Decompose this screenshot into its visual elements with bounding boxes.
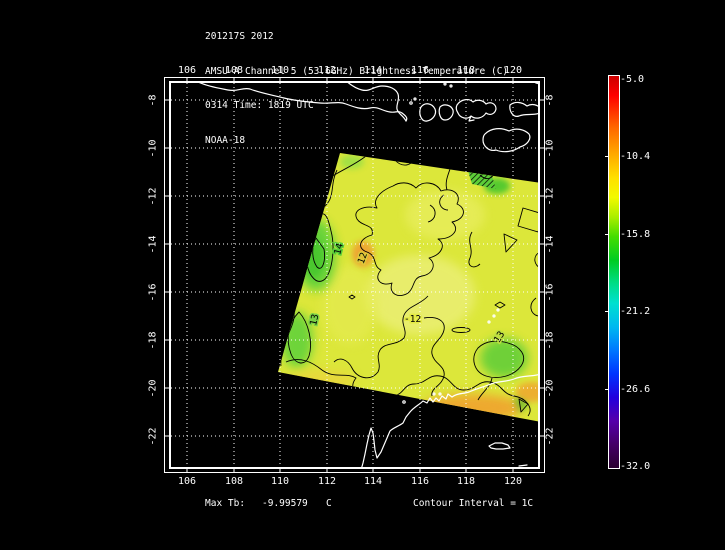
coast-sumbawa bbox=[456, 100, 496, 121]
lat-tick-left--18: -18 bbox=[148, 326, 159, 356]
coast-bali bbox=[420, 104, 436, 121]
lon-tick-top-118: 118 bbox=[451, 65, 481, 76]
coast-java-northeast bbox=[343, 78, 406, 121]
lat-tick-right--10: -10 bbox=[545, 134, 556, 164]
colorbar-tick bbox=[605, 389, 608, 390]
contour-interval-label: Contour Interval = 1C bbox=[413, 498, 533, 510]
coast-sumba bbox=[483, 129, 530, 152]
max-tb-unit: C bbox=[326, 498, 332, 510]
plot-canvas: 201217S 2012 AMSU-A Channel 5 (53.6GHz) … bbox=[0, 0, 725, 550]
lon-tick-top-110: 110 bbox=[265, 65, 295, 76]
lat-tick-left--10: -10 bbox=[148, 134, 159, 164]
lon-tick-bottom-118: 118 bbox=[451, 476, 481, 487]
lat-tick-left--16: -16 bbox=[148, 278, 159, 308]
lat-tick-left--20: -20 bbox=[148, 374, 159, 404]
lon-tick-bottom-120: 120 bbox=[498, 476, 528, 487]
colorbar-label--10.4: -10.4 bbox=[620, 151, 660, 162]
contour-label-center: -12 bbox=[404, 314, 421, 325]
lat-tick-left--12: -12 bbox=[148, 182, 159, 212]
lon-tick-bottom-116: 116 bbox=[405, 476, 435, 487]
lon-tick-top-116: 116 bbox=[405, 65, 435, 76]
coast-flores bbox=[510, 102, 540, 116]
lat-tick-right--8: -8 bbox=[545, 86, 556, 116]
lon-tick-bottom-106: 106 bbox=[172, 476, 202, 487]
lon-tick-bottom-110: 110 bbox=[265, 476, 295, 487]
max-tb-value: -9.99579 bbox=[262, 498, 308, 510]
max-tb-label: Max Tb: bbox=[205, 498, 245, 510]
colorbar-label--32.0: -32.0 bbox=[620, 461, 660, 472]
swath-field bbox=[260, 140, 555, 435]
lat-tick-right--22: -22 bbox=[545, 422, 556, 452]
lon-tick-top-114: 114 bbox=[358, 65, 388, 76]
lat-tick-left--8: -8 bbox=[148, 86, 159, 116]
lon-tick-top-120: 120 bbox=[498, 65, 528, 76]
lat-tick-right--16: -16 bbox=[545, 278, 556, 308]
lon-tick-top-112: 112 bbox=[312, 65, 342, 76]
colorbar-tick bbox=[605, 156, 608, 157]
lat-tick-right--20: -20 bbox=[545, 374, 556, 404]
contour-label-left-lower: 13 bbox=[308, 313, 321, 326]
lat-tick-right--12: -12 bbox=[545, 182, 556, 212]
lon-tick-bottom-112: 112 bbox=[312, 476, 342, 487]
colorbar-label--15.8: -15.8 bbox=[620, 229, 660, 240]
lat-tick-right--14: -14 bbox=[545, 230, 556, 260]
lon-tick-bottom-114: 114 bbox=[358, 476, 388, 487]
colorbar-tick bbox=[605, 234, 608, 235]
lat-tick-right--18: -18 bbox=[545, 326, 556, 356]
lon-tick-bottom-108: 108 bbox=[219, 476, 249, 487]
lon-tick-top-108: 108 bbox=[219, 65, 249, 76]
colorbar-tick bbox=[605, 311, 608, 312]
colorbar-label--26.6: -26.6 bbox=[620, 384, 660, 395]
coast-island-offshore bbox=[489, 443, 510, 449]
lat-tick-left--22: -22 bbox=[148, 422, 159, 452]
colorbar-label--5.0: -5.0 bbox=[620, 74, 660, 85]
colorbar bbox=[608, 75, 620, 469]
lon-tick-top-106: 106 bbox=[172, 65, 202, 76]
lat-tick-left--14: -14 bbox=[148, 230, 159, 260]
colorbar-label--21.2: -21.2 bbox=[620, 306, 660, 317]
coast-lombok bbox=[439, 105, 453, 120]
